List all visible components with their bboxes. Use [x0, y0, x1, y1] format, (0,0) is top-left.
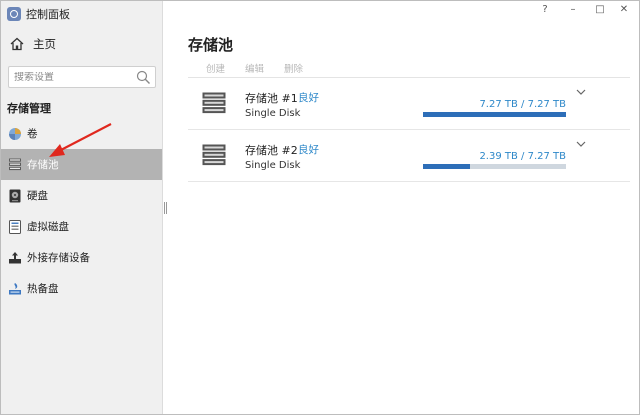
pool-type: Single Disk [245, 108, 301, 119]
page-title: 存储池 [188, 36, 234, 54]
storage-pool-row[interactable]: 存储池 #2 良好 Single Disk 2.39 TB / 7.27 TB [188, 131, 630, 182]
title-bar: 控制面板 [7, 6, 70, 22]
capacity-bar-fill [423, 164, 471, 169]
close-button[interactable]: ✕ [614, 4, 634, 15]
sidebar-item-external-storage[interactable]: 外接存储设备 [1, 242, 162, 273]
sidebar-resize-handle[interactable] [164, 202, 167, 214]
sidebar-item-label: 卷 [27, 128, 38, 140]
hard-disk-icon [8, 189, 22, 203]
pool-status: 良好 [298, 144, 319, 156]
chevron-down-icon[interactable] [576, 141, 586, 147]
search-box[interactable] [8, 66, 156, 88]
capacity-bar [423, 112, 566, 117]
create-button[interactable]: 创建 [206, 61, 225, 75]
sidebar-item-label: 外接存储设备 [27, 252, 90, 264]
volume-icon [8, 127, 22, 141]
capacity-bar-fill [423, 112, 566, 117]
pool-name: 存储池 #2 [245, 144, 298, 157]
storage-pool-icon [8, 158, 22, 172]
pool-type: Single Disk [245, 160, 301, 171]
window-title: 控制面板 [26, 8, 70, 21]
delete-button[interactable]: 删除 [284, 61, 303, 75]
capacity-bar [423, 164, 566, 169]
edit-button[interactable]: 编辑 [245, 61, 264, 75]
home-icon [10, 37, 24, 51]
sidebar-item-hard-disk[interactable]: 硬盘 [1, 180, 162, 211]
sidebar-item-label: 硬盘 [27, 190, 48, 202]
sidebar-item-label: 热备盘 [27, 283, 59, 295]
control-panel-window: 控制面板 主页 存储管理 [0, 0, 640, 415]
storage-pool-row[interactable]: 存储池 #1 良好 Single Disk 7.27 TB / 7.27 TB [188, 79, 630, 130]
storage-pool-icon [202, 144, 226, 166]
storage-pool-icon [202, 92, 226, 114]
pool-capacity: 2.39 TB / 7.27 TB [479, 151, 566, 162]
minimize-button[interactable]: – [563, 4, 583, 15]
sidebar-item-hot-spare[interactable]: 热备盘 [1, 273, 162, 304]
help-button[interactable]: ? [535, 4, 555, 15]
control-panel-icon [7, 7, 21, 21]
sidebar-item-virtual-disk[interactable]: 虚拟磁盘 [1, 211, 162, 242]
virtual-disk-icon [8, 219, 22, 234]
sidebar-item-volume[interactable]: 卷 [1, 118, 162, 149]
section-header-storage-management: 存储管理 [7, 102, 51, 115]
search-input[interactable] [14, 71, 134, 83]
pool-status: 良好 [298, 92, 319, 104]
sidebar-item-storage-pool[interactable]: 存储池 [1, 149, 162, 180]
sidebar-item-label: 存储池 [27, 159, 59, 171]
search-icon[interactable] [136, 70, 151, 85]
hot-spare-icon [8, 282, 22, 296]
chevron-down-icon[interactable] [576, 89, 586, 95]
sidebar-item-label: 虚拟磁盘 [27, 221, 69, 233]
external-storage-icon [8, 251, 22, 265]
pool-name: 存储池 #1 [245, 92, 298, 105]
home-nav-item[interactable]: 主页 [10, 35, 56, 53]
sidebar: 控制面板 主页 存储管理 [1, 1, 163, 414]
home-label: 主页 [33, 37, 56, 51]
pool-capacity: 7.27 TB / 7.27 TB [479, 99, 566, 110]
maximize-button[interactable]: □ [590, 4, 610, 15]
toolbar: 创建 编辑 删除 [188, 58, 630, 78]
